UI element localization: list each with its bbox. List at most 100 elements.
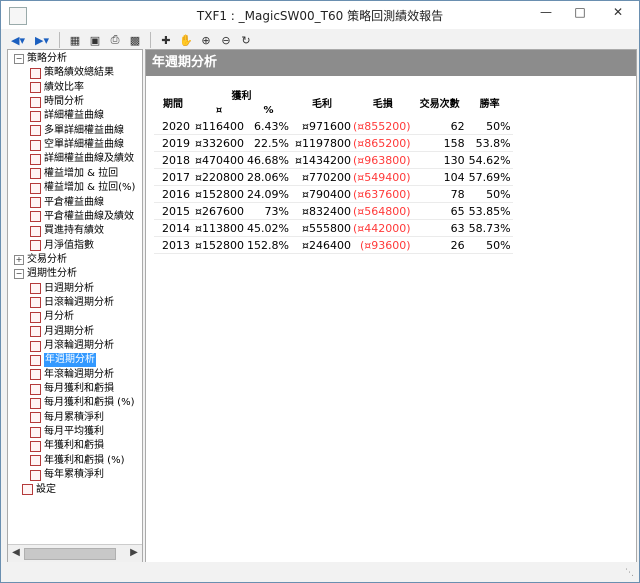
table-icon[interactable]: ▩	[126, 31, 144, 49]
cell-gross-profit: ¤555800	[291, 219, 353, 237]
tree-item-label: 日滾輪週期分析	[44, 296, 114, 308]
tree-item[interactable]: + 交易分析	[14, 253, 67, 267]
hand-icon[interactable]: ✋	[177, 31, 195, 49]
scroll-right-icon[interactable]: ▶	[127, 546, 141, 560]
cell-gross-loss: (¤442000)	[353, 219, 413, 237]
cell-year: 2018	[154, 151, 192, 169]
tree-item[interactable]: 時間分析	[30, 95, 84, 109]
tree-item[interactable]: 年滾輪週期分析	[30, 368, 114, 382]
tree-item[interactable]: 平倉權益曲線	[30, 196, 104, 210]
table-row: 2015 ¤267600 73% ¤832400 (¤564800) 65 53.85%	[154, 202, 513, 220]
tree-item[interactable]: 年獲利和虧損	[30, 439, 104, 453]
tree-item[interactable]: 每月獲利和虧損 (%)	[30, 396, 134, 410]
tree-item[interactable]: 年獲利和虧損 (%)	[30, 454, 124, 468]
report-icon	[30, 125, 41, 137]
report-icon	[30, 225, 41, 237]
tree-item-label: 每月獲利和虧損 (%)	[44, 397, 135, 409]
window-title: TXF1 : _MagicSW00_T60 策略回測績效報告	[196, 8, 444, 23]
col-trades: 交易次數	[419, 98, 460, 110]
tree-item[interactable]: 日滾輪週期分析	[30, 296, 114, 310]
export-icon[interactable]: ▣	[86, 31, 104, 49]
tree-item[interactable]: 權益增加 & 拉回	[30, 167, 118, 181]
zoom-out-icon[interactable]: ⊖	[217, 31, 235, 49]
report-icon	[30, 153, 41, 165]
tree-item[interactable]: 權益增加 & 拉回(%)	[30, 181, 135, 195]
minimize-button[interactable]: —	[529, 1, 563, 23]
title-bar: TXF1 : _MagicSW00_T60 策略回測績效報告 — □ ✕	[1, 1, 639, 29]
forward-arrow-icon[interactable]: ▶▾	[31, 31, 53, 49]
table-row: 2020 ¤116400 6.43% ¤971600 (¤855200) 62 50%	[154, 118, 513, 135]
tree-item[interactable]: 每月平均獲利	[30, 425, 104, 439]
tree-item-label: 年滾輪週期分析	[44, 368, 114, 380]
report-icon	[30, 326, 41, 338]
tree-item[interactable]: 績效比率	[30, 81, 84, 95]
tree-item-label: 績效比率	[44, 81, 84, 93]
tree-item-label: 年獲利和虧損	[44, 440, 104, 452]
report-icon	[30, 340, 41, 352]
scrollbar-thumb[interactable]	[24, 548, 116, 560]
tree-item[interactable]: 月滾輪週期分析	[30, 339, 114, 353]
report-icon	[30, 283, 41, 295]
tree-item[interactable]: 月淨值指數	[30, 239, 94, 253]
crosshair-icon[interactable]: ✚	[157, 31, 175, 49]
tree-item[interactable]: 每月累積淨利	[30, 411, 104, 425]
cell-net-profit: ¤332600	[192, 134, 246, 152]
report-icon	[30, 240, 41, 252]
cell-net-percent: 73%	[246, 202, 291, 220]
cell-year: 2019	[154, 134, 192, 152]
tree-item-label: 策略績效總結果	[44, 67, 114, 79]
tree-item[interactable]: 年週期分析	[30, 353, 96, 368]
scroll-left-icon[interactable]: ◀	[9, 546, 23, 560]
cell-gross-profit: ¤770200	[291, 168, 353, 186]
report-icon	[30, 297, 41, 309]
cell-gross-loss: (¤855200)	[353, 118, 413, 135]
resize-grip-icon[interactable]: ⋱	[625, 568, 635, 578]
tree-item[interactable]: 空單詳細權益曲線	[30, 138, 124, 152]
save-icon[interactable]: ▦	[66, 31, 84, 49]
tree-item-label: 年週期分析	[44, 353, 96, 368]
refresh-icon[interactable]: ↻	[237, 31, 255, 49]
tree-item-label: 交易分析	[27, 253, 67, 265]
tree-item[interactable]: 策略績效總結果	[30, 66, 114, 80]
tree-item[interactable]: − 策略分析	[14, 52, 67, 66]
expand-icon[interactable]: +	[14, 254, 24, 265]
maximize-button[interactable]: □	[563, 1, 597, 23]
tree-item[interactable]: 月週期分析	[30, 325, 94, 339]
zoom-in-icon[interactable]: ⊕	[197, 31, 215, 49]
back-arrow-icon[interactable]: ◀▾	[7, 31, 29, 49]
cell-net-profit: ¤152800	[192, 185, 246, 203]
tree-item[interactable]: 多單詳細權益曲線	[30, 124, 124, 138]
col-period: 期間	[163, 98, 183, 110]
tree-item[interactable]: 每月獲利和虧損	[30, 382, 114, 396]
tree-horizontal-scrollbar[interactable]: ◀ ▶	[8, 544, 142, 562]
tree-item[interactable]: 買進持有績效	[30, 224, 104, 238]
report-panel: 年週期分析 期間 獲利 毛利 毛損 交易次數 勝率 ¤ % 2020 ¤1164…	[145, 49, 637, 563]
cell-gross-profit: ¤1434200	[291, 151, 353, 169]
tree-item[interactable]: 每年累積淨利	[30, 468, 104, 482]
table-row: 2018 ¤470400 46.68% ¤1434200 (¤963800) 130 54.…	[154, 151, 513, 169]
close-button[interactable]: ✕	[597, 1, 639, 23]
cell-net-percent: 152.8%	[246, 236, 291, 254]
tree-item[interactable]: 月分析	[30, 310, 74, 324]
print-icon[interactable]: ⎙	[106, 31, 124, 49]
tree-item[interactable]: 詳細權益曲線及績效	[30, 152, 134, 166]
report-icon	[30, 139, 41, 151]
report-icon	[30, 96, 41, 108]
cell-net-percent: 45.02%	[246, 219, 291, 237]
tree-item[interactable]: 詳細權益曲線	[30, 109, 104, 123]
tree-item[interactable]: 設定	[22, 483, 56, 497]
table-row: 2017 ¤220800 28.06% ¤770200 (¤549400) 104 57.6…	[154, 168, 513, 186]
tree-item[interactable]: − 週期性分析	[14, 267, 77, 281]
collapse-icon[interactable]: −	[14, 269, 24, 280]
window-controls: — □ ✕	[529, 1, 639, 23]
tree-item[interactable]: 平倉權益曲線及績效	[30, 210, 134, 224]
tree-item-label: 權益增加 & 拉回(%)	[44, 182, 136, 194]
cell-gross-profit: ¤1197800	[291, 134, 353, 152]
tree-item-label: 買進持有績效	[44, 225, 104, 237]
collapse-icon[interactable]: −	[14, 54, 24, 64]
report-icon	[30, 426, 41, 438]
tree-item[interactable]: 日週期分析	[30, 282, 94, 296]
report-icon	[30, 168, 41, 180]
report-icon	[30, 412, 41, 424]
cell-trades: 26	[412, 236, 467, 254]
